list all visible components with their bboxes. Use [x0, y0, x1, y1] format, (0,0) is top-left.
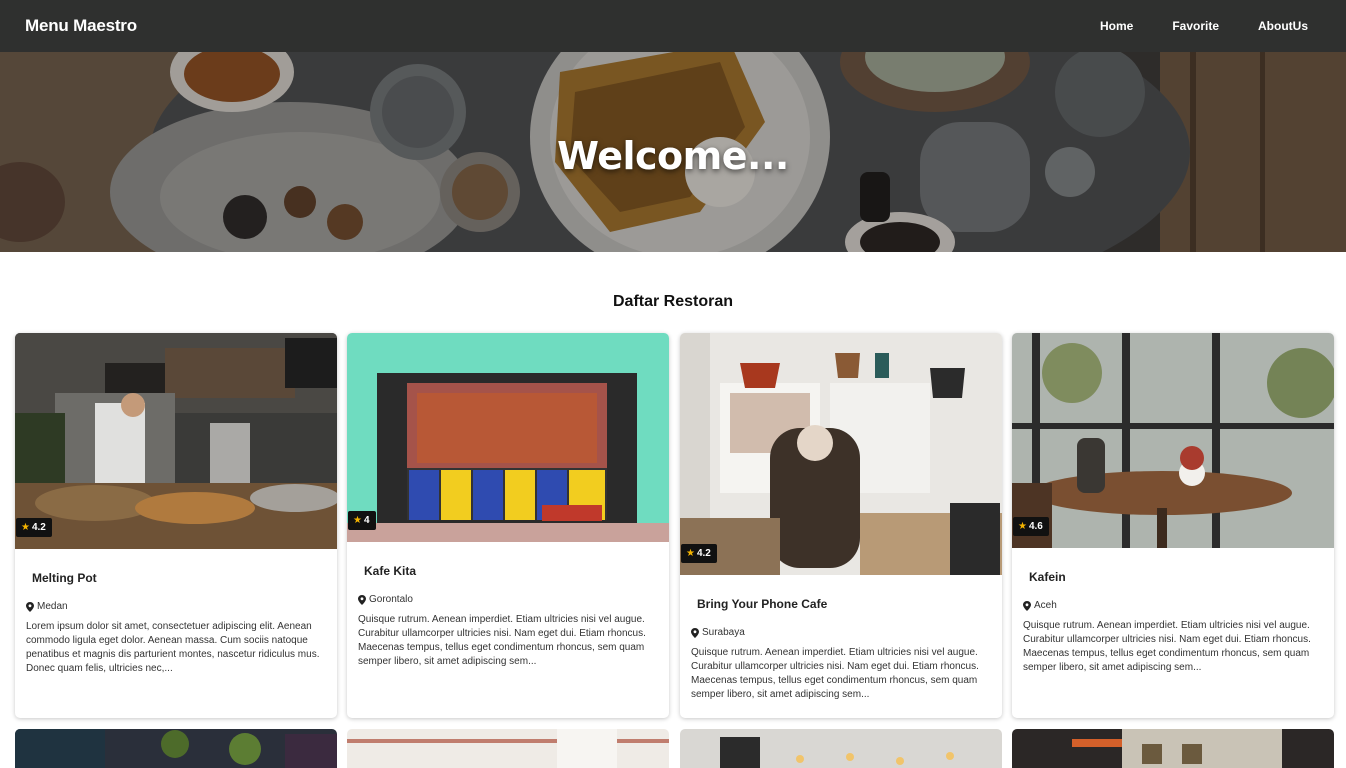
restaurant-card[interactable]: ★ 4 Kafe Kita Gorontalo Quisque rutrum. A… [347, 333, 669, 718]
restaurant-location: Aceh [1023, 600, 1324, 611]
star-icon: ★ [353, 515, 362, 526]
restaurant-location: Medan [26, 601, 327, 612]
map-pin-icon [26, 601, 34, 612]
nav-link-aboutus[interactable]: AboutUs [1258, 19, 1308, 33]
rating-value: 4.2 [696, 548, 711, 559]
rating-value: 4.2 [31, 522, 46, 533]
restaurant-description: Quisque rutrum. Aenean imperdiet. Etiam … [1023, 620, 1311, 673]
rating-badge: ★ 4 [348, 511, 376, 530]
rating-badge: ★ 4.2 [681, 544, 717, 563]
restaurant-image: ★ 4.2 [680, 333, 1002, 575]
restaurant-description: Quisque rutrum. Aenean imperdiet. Etiam … [358, 614, 646, 667]
restaurant-card-partial[interactable] [680, 729, 1002, 768]
restaurant-name[interactable]: Melting Pot [32, 571, 327, 585]
restaurant-city: Medan [37, 601, 68, 612]
restaurant-image [1012, 729, 1334, 768]
restaurant-image [347, 729, 669, 768]
map-pin-icon [358, 594, 366, 605]
restaurant-location: Gorontalo [358, 594, 659, 605]
restaurant-name[interactable]: Bring Your Phone Cafe [697, 597, 992, 611]
star-icon: ★ [686, 548, 695, 559]
restaurant-card-partial[interactable] [1012, 729, 1334, 768]
restaurant-image: ★ 4.6 [1012, 333, 1334, 548]
restaurant-image [15, 729, 337, 768]
restaurant-image: ★ 4 [347, 333, 669, 542]
restaurant-city: Surabaya [702, 627, 745, 638]
restaurant-city: Gorontalo [369, 594, 413, 605]
restaurant-card-partial[interactable] [15, 729, 337, 768]
nav-link-favorite[interactable]: Favorite [1172, 19, 1219, 33]
restaurant-card[interactable]: ★ 4.2 Bring Your Phone Cafe Surabaya Quis… [680, 333, 1002, 718]
hero-banner: Welcome... [0, 52, 1346, 252]
restaurant-name[interactable]: Kafein [1029, 570, 1324, 584]
map-pin-icon [1023, 600, 1031, 611]
rating-value: 4 [363, 515, 370, 526]
restaurant-description: Lorem ipsum dolor sit amet, consectetuer… [26, 621, 320, 674]
rating-value: 4.6 [1028, 521, 1043, 532]
map-pin-icon [691, 627, 699, 638]
hero-title: Welcome... [557, 134, 789, 178]
restaurant-image [680, 729, 1002, 768]
restaurant-name[interactable]: Kafe Kita [364, 564, 659, 578]
section-title: Daftar Restoran [612, 293, 734, 310]
star-icon: ★ [1018, 521, 1027, 532]
restaurant-city: Aceh [1034, 600, 1057, 611]
navbar: Menu Maestro Home Favorite AboutUs [0, 0, 1346, 52]
restaurant-image: ★ 4.2 [15, 333, 337, 549]
rating-badge: ★ 4.6 [1013, 517, 1049, 536]
nav-link-home[interactable]: Home [1100, 19, 1133, 33]
rating-badge: ★ 4.2 [16, 518, 52, 537]
restaurant-card[interactable]: ★ 4.2 Melting Pot Medan Lorem ipsum dolor… [15, 333, 337, 718]
star-icon: ★ [21, 522, 30, 533]
restaurant-location: Surabaya [691, 627, 992, 638]
brand-logo[interactable]: Menu Maestro [25, 16, 137, 36]
restaurant-card[interactable]: ★ 4.6 Kafein Aceh Quisque rutrum. Aenean … [1012, 333, 1334, 718]
restaurant-description: Quisque rutrum. Aenean imperdiet. Etiam … [691, 647, 979, 700]
nav-links: Home Favorite AboutUs [1061, 19, 1308, 33]
restaurant-card-partial[interactable] [347, 729, 669, 768]
